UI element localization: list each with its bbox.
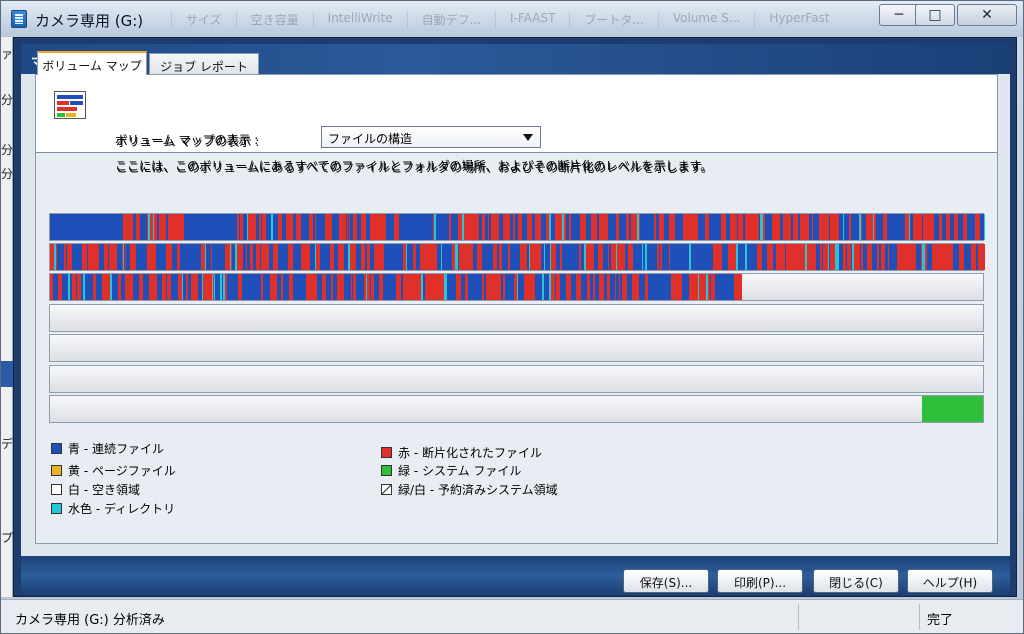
volume-map-icon [54,91,86,119]
status-divider [919,604,920,630]
close-button[interactable]: 閉じる(C) [813,569,899,593]
bg-col-intelliwrite: IntelliWrite [312,11,407,28]
volume-map-row [49,304,984,332]
bg-col-boot: ブートタ... [569,11,657,28]
status-bar: カメラ専用 (G:) 分析済み 完了 [1,599,1023,633]
chevron-down-icon [523,134,533,141]
legend-item: 緑 - システム ファイル [381,462,521,479]
minimize-icon: ─ [894,7,904,23]
view-label-text: ボリューム マップの表示 : [115,133,259,147]
map-description-text: ここには、このボリュームにあるすべてのファイルとフォルダの場所、およびその断片化… [115,159,713,173]
legend-label: 水色 - ディレクトリ [68,502,176,516]
maximize-icon: □ [928,7,942,23]
title-bar: カメラ専用 (G:) サイズ 空き容量 IntelliWrite 自動デフ...… [1,1,1023,37]
legend-item: 白 - 空き領域 [51,481,140,498]
legend-label: 白 - 空き領域 [68,483,140,497]
bg-col-size: サイズ [171,11,236,28]
bg-char: 分 [1,167,14,181]
minimize-button[interactable]: ─ [879,4,919,26]
status-state: 完了 [927,613,954,628]
system-area-fill [922,396,983,422]
status-divider [798,604,799,630]
legend-swatch [381,484,392,495]
legend-label: 黄 - ページファイル [68,464,176,478]
save-button[interactable]: 保存(S)... [623,569,709,593]
legend-swatch [381,447,392,458]
bg-col-volume: Volume S... [657,11,755,28]
status-text: カメラ専用 (G:) 分析済み [15,613,165,628]
bg-char: デ [1,437,14,451]
bg-col-free: 空き容量 [235,11,313,28]
volume-map-row [49,395,984,423]
print-button[interactable]: 印刷(P)... [717,569,803,593]
legend-swatch [51,503,62,514]
legend-item: 緑/白 - 予約済みシステム領域 [381,481,558,498]
legend-swatch [381,465,392,476]
bg-char: プ [1,531,14,545]
maximize-button[interactable]: □ [915,4,955,26]
legend-item: 水色 - ディレクトリ [51,500,175,517]
background-app-strip: ァ 分 分 分 デ プ [1,37,13,597]
legend-item: 黄 - ページファイル [51,462,176,479]
legend-item: 赤 - 断片化されたファイル [381,444,542,461]
legend-label: 緑/白 - 予約済みシステム領域 [398,483,558,497]
main-window: カメラ専用 (G:) サイズ 空き容量 IntelliWrite 自動デフ...… [0,0,1024,634]
bg-char: 分 [1,93,14,107]
bg-col-hyperfast: HyperFast [754,11,843,28]
bg-char: 分 [1,143,14,157]
tab-job-report[interactable]: ジョブ レポート [149,53,259,75]
bg-selection [1,361,13,387]
tab-volume-map[interactable]: ボリューム マップ [37,51,147,75]
app-icon [11,10,27,28]
help-button[interactable]: ヘルプ(H) [907,569,993,593]
legend-item: 青 - 連続ファイル [51,440,164,457]
bg-col-ifaast: I-FAAST [495,11,569,28]
volume-map-row [49,273,984,301]
bg-col-autodefrag: 自動デフ... [406,11,495,28]
legend-label: 青 - 連続ファイル [68,442,164,456]
legend-swatch [51,465,62,476]
close-window-button[interactable]: ✕ [957,4,1017,26]
window-title: カメラ専用 (G:) [35,12,144,30]
close-icon: ✕ [981,7,993,23]
legend-label: 緑 - システム ファイル [398,464,522,478]
background-column-headers: サイズ 空き容量 IntelliWrite 自動デフ... I-FAAST ブー… [171,11,844,28]
volume-map-fill [50,274,742,300]
volume-map-row [49,334,984,362]
view-select[interactable]: ファイルの構造 [321,126,541,148]
legend-swatch [51,443,62,454]
legend-swatch [51,484,62,495]
bg-char: ァ [1,47,14,61]
volume-map-row [49,213,985,241]
volume-map-row [49,365,984,393]
view-select-value: ファイルの構造 [328,132,413,146]
volume-map-row [49,243,985,271]
legend-label: 赤 - 断片化されたファイル [398,446,542,460]
volume-map-fill [50,214,985,240]
volume-map-fill [50,244,985,270]
